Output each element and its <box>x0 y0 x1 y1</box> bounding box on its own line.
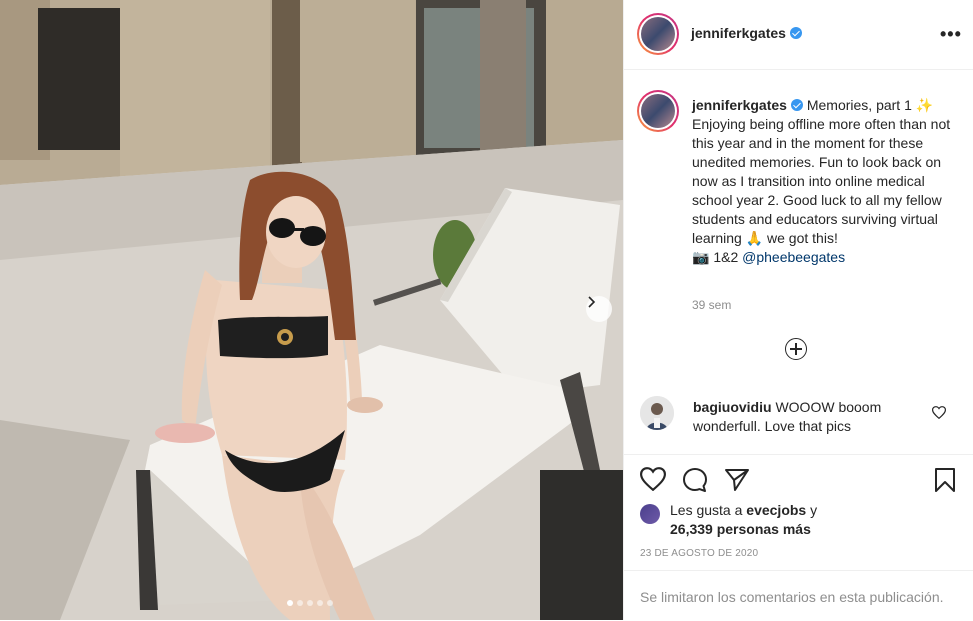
post-photo[interactable] <box>0 0 623 620</box>
carousel-dot <box>307 600 313 606</box>
post-caption: jenniferkgates Memories, part 1 ✨ Enjoyi… <box>692 96 954 267</box>
chevron-right-icon <box>588 296 596 308</box>
person-photo-icon <box>640 396 674 430</box>
post-actions-bar <box>624 454 973 492</box>
post-date[interactable]: 23 DE AGOSTO DE 2020 <box>640 548 758 559</box>
photo-credit-mention[interactable]: @pheebeegates <box>742 249 845 265</box>
commenter-username[interactable]: bagiuovidiu <box>693 399 772 415</box>
comments-limited-footer: Se limitaron los comentarios en esta pub… <box>624 570 973 621</box>
post-time-ago[interactable]: 39 sem <box>692 298 731 312</box>
caption-avatar[interactable] <box>637 90 679 132</box>
carousel-dot <box>287 600 293 606</box>
load-more-comments-icon[interactable] <box>785 338 807 360</box>
like-comment-heart-icon[interactable] <box>932 406 946 419</box>
save-bookmark-icon[interactable] <box>934 467 956 493</box>
more-options-icon[interactable]: ••• <box>940 24 962 45</box>
author-username[interactable]: jenniferkgates <box>691 25 786 41</box>
post-header: jenniferkgates ••• <box>624 0 973 70</box>
caption-text: Memories, part 1 ✨ Enjoying being offlin… <box>692 97 951 246</box>
comments-limited-text: Se limitaron los comentarios en esta pub… <box>640 589 944 605</box>
author-avatar[interactable] <box>637 13 679 55</box>
carousel-next-button[interactable] <box>586 296 612 322</box>
post-side-panel: jenniferkgates ••• jenniferkgates Memori… <box>623 0 973 620</box>
caption-username[interactable]: jenniferkgates <box>692 97 787 113</box>
liker-username[interactable]: evecjobs <box>746 502 806 518</box>
photo-illustration <box>0 0 623 620</box>
like-heart-icon[interactable] <box>640 467 666 491</box>
photo-credit-prefix: 📷 1&2 <box>692 249 743 265</box>
commenter-avatar[interactable] <box>640 396 674 430</box>
likes-middle: y <box>806 502 818 518</box>
comment-bubble-icon[interactable] <box>682 467 708 493</box>
carousel-dot <box>327 600 333 606</box>
verified-badge-icon <box>789 27 802 39</box>
share-send-icon[interactable] <box>724 467 750 493</box>
carousel-dot <box>297 600 303 606</box>
verified-badge-icon <box>790 99 803 111</box>
liker-avatar[interactable] <box>640 504 660 524</box>
likes-prefix: Les gusta a <box>670 502 747 518</box>
carousel-dot <box>317 600 323 606</box>
likes-count[interactable]: 26,339 personas más <box>670 521 811 537</box>
carousel-indicators <box>287 600 333 606</box>
